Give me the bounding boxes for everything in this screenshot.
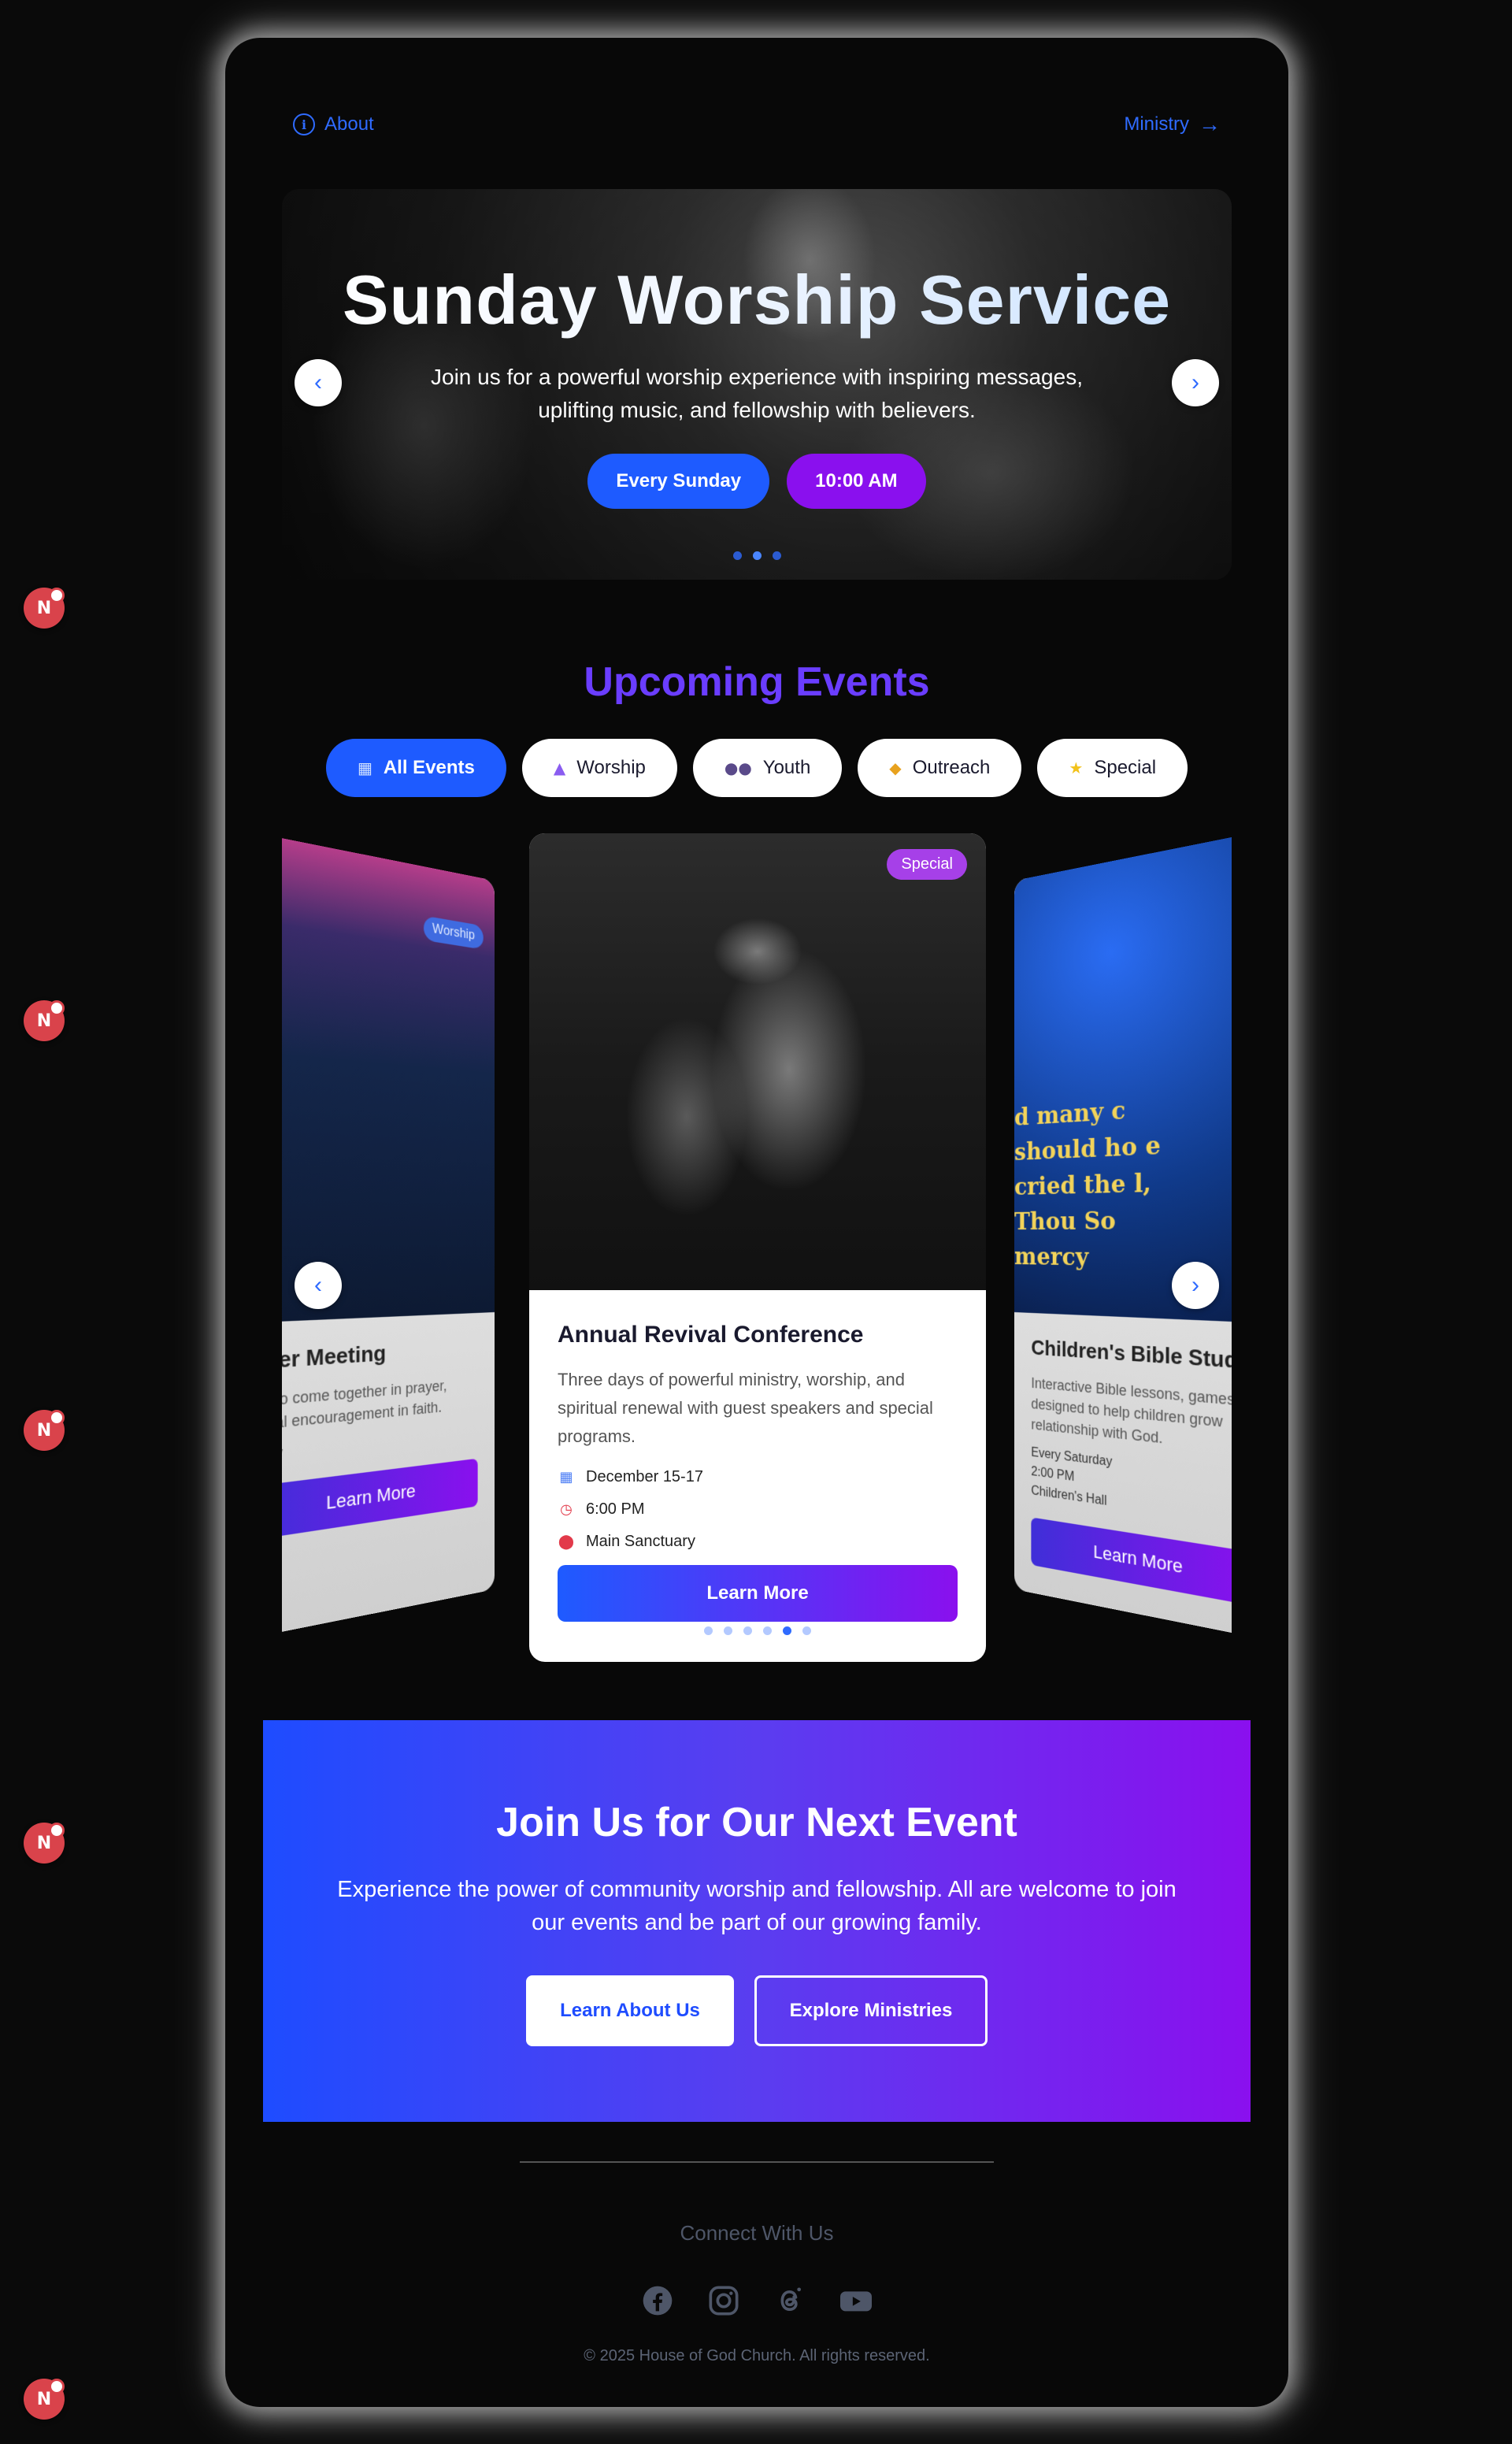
facebook-icon[interactable] — [639, 2283, 676, 2319]
connect-label: Connect With Us — [680, 2221, 834, 2245]
chevron-right-icon: › — [1191, 1272, 1199, 1298]
filter-special[interactable]: ★ Special — [1037, 739, 1188, 797]
carousel-next-button[interactable]: › — [1172, 1262, 1219, 1309]
carousel-dot[interactable] — [763, 1626, 772, 1635]
hero-next-button[interactable]: › — [1172, 359, 1219, 406]
handshake-icon: ◆ — [889, 758, 902, 777]
calendar-icon: ▦ — [357, 758, 372, 777]
praying-hands-icon: ▲ — [553, 758, 566, 777]
cta-buttons: Learn About Us Explore Ministries — [263, 1975, 1251, 2046]
star-icon: ★ — [1069, 758, 1084, 777]
dev-indicator-badge[interactable]: N — [24, 588, 65, 629]
event-filters: ▦ All Events ▲ Worship ●● Youth ◆ Outrea… — [225, 739, 1288, 797]
learn-more-button[interactable]: Learn More — [282, 1458, 478, 1541]
event-title: Children's Bible Study — [1031, 1335, 1232, 1374]
about-label: About — [324, 113, 374, 135]
slide-dot[interactable] — [732, 551, 742, 560]
hero-prev-button[interactable]: ‹ — [295, 359, 342, 406]
dev-indicator-badge[interactable]: N — [24, 2379, 65, 2420]
dev-indicator-badge[interactable]: N — [24, 1823, 65, 1864]
people-icon: ●● — [724, 758, 752, 777]
filter-label: All Events — [383, 757, 475, 778]
learn-more-button[interactable]: Learn More — [558, 1565, 958, 1622]
events-title: Upcoming Events — [584, 659, 930, 705]
carousel-dot[interactable] — [743, 1626, 752, 1635]
chevron-left-icon: ‹ — [314, 1272, 322, 1298]
filter-label: Worship — [576, 757, 646, 778]
category-badge: Worship — [423, 915, 484, 950]
slide-dot-active[interactable] — [752, 551, 762, 560]
carousel-dot-active[interactable] — [783, 1626, 791, 1635]
copyright-text: © 2025 House of God Church. All rights r… — [584, 2347, 930, 2364]
event-card-bible-study[interactable]: d many c should ho e cried the l, Thou S… — [1014, 833, 1232, 1642]
hero-title: Sunday Worship Service — [282, 260, 1232, 340]
carousel-dots — [558, 1626, 958, 1635]
event-title: Annual Revival Conference — [558, 1322, 864, 1348]
event-date: December 15-17 — [586, 1468, 703, 1485]
carousel-dot[interactable] — [802, 1626, 811, 1635]
alarm-clock-icon: ◷ — [560, 1501, 573, 1518]
threads-icon[interactable] — [772, 2283, 808, 2319]
ministry-label: Ministry — [1124, 113, 1189, 135]
event-image: Special — [529, 833, 986, 1290]
join-cta-section: Join Us for Our Next Event Experience th… — [263, 1720, 1251, 2122]
category-badge: Special — [887, 849, 967, 880]
event-image: Worship — [282, 833, 495, 1324]
event-title: ayer Meeting — [282, 1340, 387, 1375]
filter-label: Youth — [762, 757, 811, 778]
instagram-icon[interactable] — [706, 2283, 742, 2319]
footer-divider — [520, 2161, 994, 2163]
hero-info-pills: Every Sunday 10:00 AM — [282, 454, 1232, 509]
event-description: Three days of powerful ministry, worship… — [558, 1370, 933, 1446]
explore-ministries-button[interactable]: Explore Ministries — [754, 1975, 988, 2046]
calendar-icon: ▦ — [559, 1469, 573, 1485]
hero-slider: Sunday Worship Service Join us for a pow… — [282, 189, 1232, 580]
event-card-prayer[interactable]: Worship ayer Meeting en to come together… — [282, 833, 495, 1642]
events-carousel: Worship ayer Meeting en to come together… — [282, 833, 1232, 1668]
cta-title: Join Us for Our Next Event — [496, 1800, 1017, 1845]
location-pin-icon: ⬤ — [558, 1534, 575, 1550]
event-image: d many c should ho e cried the l, Thou S… — [1014, 833, 1232, 1324]
slide-dot[interactable] — [772, 551, 781, 560]
device-frame: i About Ministry → Sunday Worship Servic… — [225, 38, 1288, 2407]
filter-youth[interactable]: ●● Youth — [692, 739, 843, 797]
event-card-revival[interactable]: Special Annual Revival Conference Three … — [529, 833, 986, 1662]
learn-about-us-button[interactable]: Learn About Us — [526, 1975, 734, 2046]
filter-all-events[interactable]: ▦ All Events — [325, 739, 506, 797]
carousel-prev-button[interactable]: ‹ — [295, 1262, 342, 1309]
filter-outreach[interactable]: ◆ Outreach — [858, 739, 1022, 797]
about-link[interactable]: i About — [293, 113, 374, 135]
cta-text: Experience the power of community worshi… — [337, 1877, 1177, 1935]
day-pill: Every Sunday — [587, 454, 770, 509]
youtube-icon[interactable] — [838, 2283, 874, 2319]
event-location: Main Sanctuary — [586, 1533, 695, 1550]
dev-indicator-badge[interactable]: N — [24, 1000, 65, 1041]
event-time-row: ◷ 6:00 PM — [558, 1500, 958, 1519]
hero-description: Join us for a powerful worship experienc… — [431, 365, 1083, 422]
info-icon: i — [293, 113, 315, 135]
event-description: Interactive Bible lessons, games, design… — [1031, 1374, 1232, 1447]
hero-slide-dots — [282, 551, 1232, 560]
screen-lyrics-text: d many c should ho e cried the l, Thou S… — [1014, 1096, 1162, 1272]
event-location-row: ⬤ Main Sanctuary — [558, 1533, 958, 1551]
event-time: 6:00 PM — [586, 1500, 645, 1518]
event-date-row: ▦ December 15-17 — [558, 1468, 958, 1486]
filter-label: Special — [1094, 757, 1157, 778]
carousel-dot[interactable] — [724, 1626, 732, 1635]
event-description: en to come together in prayer, utual enc… — [282, 1377, 447, 1434]
filter-label: Outreach — [912, 757, 991, 778]
time-pill: 10:00 AM — [787, 454, 926, 509]
filter-worship[interactable]: ▲ Worship — [521, 739, 677, 797]
carousel-dot[interactable] — [704, 1626, 713, 1635]
dev-indicator-badge[interactable]: N — [24, 1410, 65, 1451]
ministry-link[interactable]: Ministry → — [1124, 112, 1221, 137]
arrow-right-icon: → — [1199, 112, 1221, 136]
top-nav: i About Ministry → — [293, 109, 1221, 140]
chevron-left-icon: ‹ — [314, 369, 322, 395]
chevron-right-icon: › — [1191, 369, 1199, 395]
learn-more-button[interactable]: Learn More — [1031, 1517, 1232, 1607]
social-links — [225, 2283, 1288, 2319]
event-day: sday — [282, 1425, 478, 1465]
